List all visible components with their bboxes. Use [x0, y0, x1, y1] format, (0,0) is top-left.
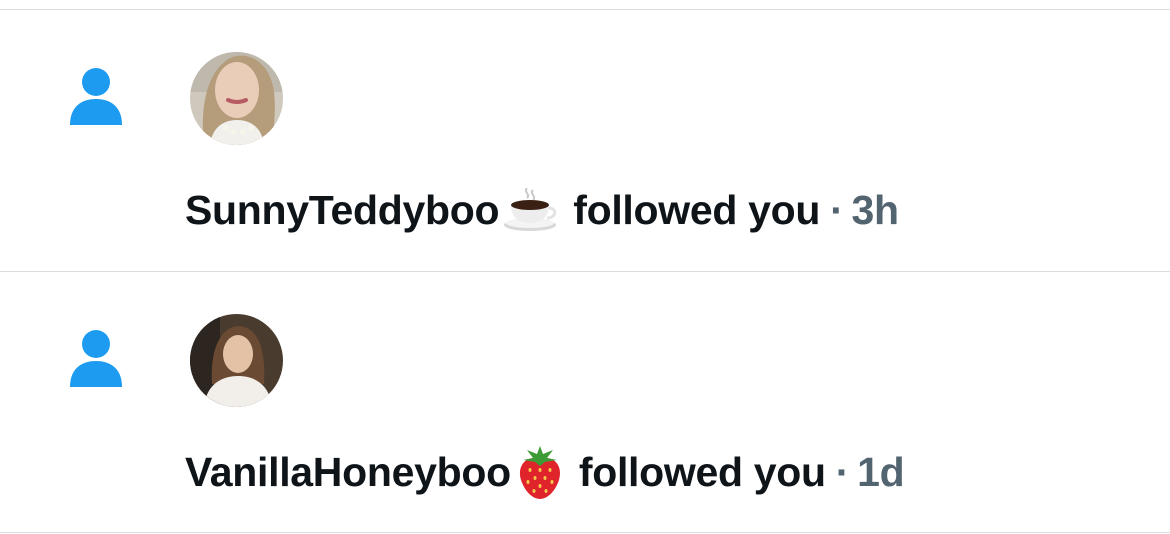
- notification-text: SunnyTeddyboo followed you · 3h: [185, 185, 899, 235]
- user-avatar[interactable]: [190, 52, 283, 145]
- notification-item[interactable]: VanillaHoneyboo followed you · 1d: [0, 272, 1170, 533]
- separator-dot: ·: [835, 448, 850, 495]
- timestamp: 1d: [857, 448, 905, 495]
- notifications-feed: SunnyTeddyboo followed you · 3h VanillaH…: [0, 0, 1170, 534]
- username-link[interactable]: SunnyTeddyboo: [185, 187, 500, 234]
- strawberry-emoji: [515, 444, 565, 500]
- divider: [0, 532, 1170, 533]
- action-text: followed you: [578, 448, 826, 495]
- action-text: followed you: [573, 186, 821, 233]
- username-link[interactable]: VanillaHoneyboo: [185, 449, 511, 496]
- person-icon: [70, 67, 122, 125]
- person-icon: [70, 329, 122, 387]
- notification-text: VanillaHoneyboo followed you · 1d: [185, 444, 905, 500]
- separator-dot: ·: [830, 186, 844, 233]
- notification-item[interactable]: SunnyTeddyboo followed you · 3h: [0, 10, 1170, 271]
- coffee-cup-emoji: [503, 188, 559, 232]
- timestamp: 3h: [851, 186, 900, 233]
- user-avatar[interactable]: [190, 314, 283, 407]
